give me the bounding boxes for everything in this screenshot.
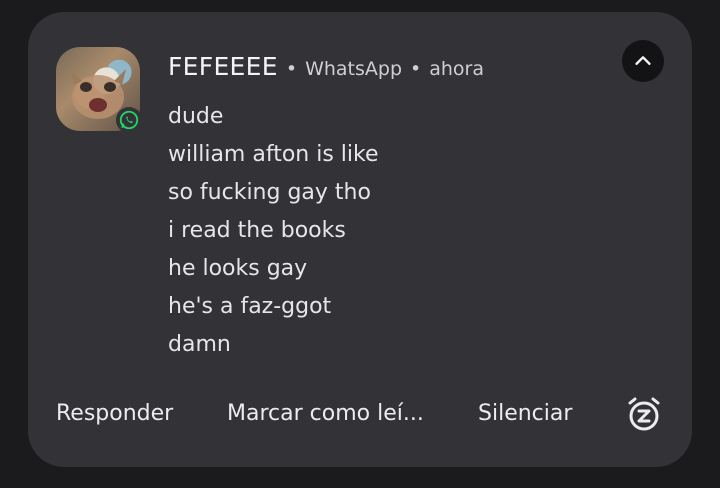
snooze-button[interactable] bbox=[624, 394, 664, 434]
mute-button[interactable]: Silenciar bbox=[478, 392, 572, 436]
message-line: william afton is like bbox=[168, 142, 379, 167]
separator-dot: • bbox=[410, 58, 422, 80]
notification-card[interactable]: FEFEEEE • WhatsApp • ahora dude william … bbox=[28, 12, 692, 467]
whatsapp-badge bbox=[116, 107, 142, 133]
timestamp: ahora bbox=[429, 58, 484, 80]
whatsapp-icon bbox=[119, 110, 139, 130]
message-line: so fucking gay tho bbox=[168, 180, 371, 205]
reply-button[interactable]: Responder bbox=[56, 392, 173, 436]
message-line: dude bbox=[168, 104, 224, 129]
notification-header: FEFEEEE • WhatsApp • ahora bbox=[168, 52, 484, 88]
message-line: he's a faz-ggot bbox=[168, 294, 332, 319]
mark-as-read-button[interactable]: Marcar como leí... bbox=[227, 392, 424, 436]
collapse-button[interactable] bbox=[622, 40, 664, 82]
message-line: he looks gay bbox=[168, 256, 308, 281]
message-list: dude william afton is like so fucking ga… bbox=[168, 98, 379, 364]
avatar-container bbox=[56, 47, 142, 133]
app-name: WhatsApp bbox=[305, 58, 403, 80]
sender-name: FEFEEEE bbox=[168, 52, 278, 81]
message-line: damn bbox=[168, 332, 231, 357]
chevron-up-icon bbox=[635, 56, 651, 65]
action-bar: Responder Marcar como leí... Silenciar bbox=[56, 392, 666, 436]
snooze-alarm-icon bbox=[628, 397, 660, 431]
message-line: i read the books bbox=[168, 218, 346, 243]
separator-dot: • bbox=[285, 58, 298, 80]
